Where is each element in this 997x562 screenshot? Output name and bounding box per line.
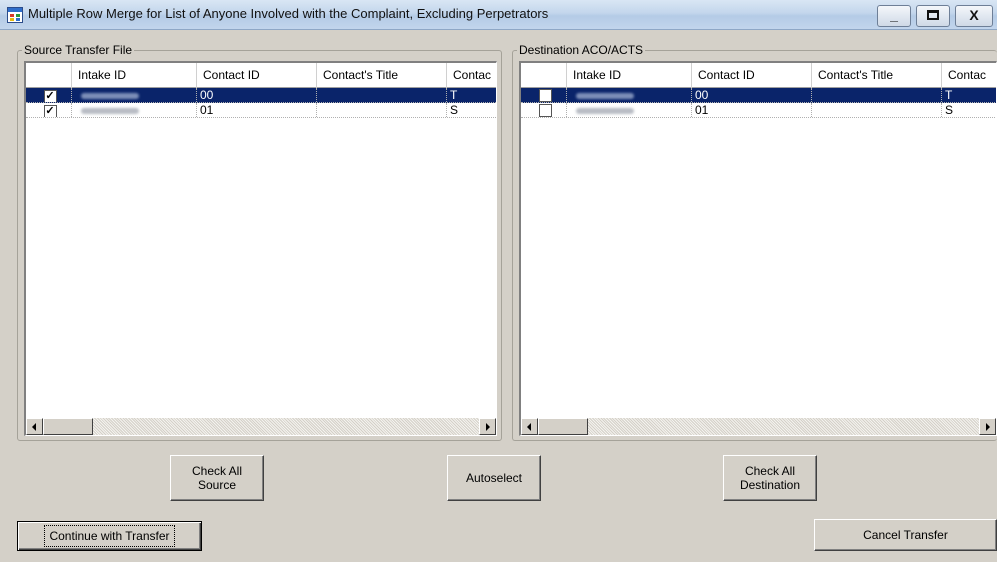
source-row-checkbox[interactable]: ✓ (43, 105, 57, 117)
check-all-source-button[interactable]: Check All Source (170, 455, 264, 501)
destination-row[interactable]: 01 S (521, 103, 996, 118)
scroll-right-button[interactable] (479, 418, 496, 435)
destination-horizontal-scrollbar[interactable] (521, 418, 996, 435)
contact-cell: S (447, 103, 496, 117)
destination-grid-header: Intake ID Contact ID Contact's Title Con… (521, 63, 996, 88)
close-button[interactable]: X (955, 5, 993, 27)
contact-id-cell: 01 (692, 103, 812, 117)
contact-cell: S (942, 103, 996, 117)
arrow-right-icon (986, 423, 990, 431)
cancel-transfer-button[interactable]: Cancel Transfer (814, 519, 997, 551)
contact-title-cell (317, 88, 447, 102)
continue-transfer-button[interactable]: Continue with Transfer (17, 521, 202, 551)
contact-id-cell: 01 (197, 103, 317, 117)
source-transfer-group: Source Transfer File Intake ID Contact I… (17, 43, 502, 441)
title-bar: Multiple Row Merge for List of Anyone In… (0, 0, 997, 30)
arrow-right-icon (486, 423, 490, 431)
column-header-check[interactable] (521, 63, 567, 88)
contact-id-cell: 00 (692, 88, 812, 102)
column-header-contact-id[interactable]: Contact ID (692, 63, 812, 88)
source-horizontal-scrollbar[interactable] (26, 418, 496, 435)
scroll-thumb[interactable] (538, 418, 588, 435)
source-row[interactable]: ✓ 00 T (26, 88, 496, 103)
column-header-contact-title[interactable]: Contact's Title (812, 63, 942, 88)
app-icon (7, 7, 23, 23)
scroll-right-button[interactable] (979, 418, 996, 435)
contact-title-cell (317, 103, 447, 117)
autoselect-button[interactable]: Autoselect (447, 455, 541, 501)
source-grid[interactable]: Intake ID Contact ID Contact's Title Con… (24, 61, 497, 436)
maximize-icon (927, 10, 939, 20)
column-header-check[interactable] (26, 63, 72, 88)
source-row-checkbox[interactable]: ✓ (43, 90, 57, 102)
destination-row-checkbox[interactable] (538, 104, 552, 117)
scroll-thumb[interactable] (43, 418, 93, 435)
destination-group: Destination ACO/ACTS Intake ID Contact I… (512, 43, 997, 441)
contact-cell: T (942, 88, 996, 102)
column-header-contact[interactable]: Contac (447, 63, 496, 88)
minimize-button[interactable]: _ (877, 5, 911, 27)
destination-grid[interactable]: Intake ID Contact ID Contact's Title Con… (519, 61, 997, 436)
continue-button-label: Continue with Transfer (44, 525, 175, 547)
column-header-contact-id[interactable]: Contact ID (197, 63, 317, 88)
maximize-button[interactable] (916, 5, 950, 27)
source-grid-header: Intake ID Contact ID Contact's Title Con… (26, 63, 496, 88)
check-all-destination-button[interactable]: Check All Destination (723, 455, 817, 501)
intake-id-redacted (81, 93, 139, 99)
column-header-intake-id[interactable]: Intake ID (567, 63, 692, 88)
source-group-caption: Source Transfer File (22, 43, 135, 57)
destination-row-checkbox[interactable] (538, 89, 552, 102)
window-title: Multiple Row Merge for List of Anyone In… (28, 6, 549, 21)
intake-id-redacted (576, 93, 634, 99)
destination-group-caption: Destination ACO/ACTS (517, 43, 646, 57)
contact-title-cell (812, 88, 942, 102)
destination-row[interactable]: 00 T (521, 88, 996, 103)
column-header-contact-title[interactable]: Contact's Title (317, 63, 447, 88)
arrow-left-icon (32, 423, 36, 431)
intake-id-redacted (576, 108, 634, 114)
source-row[interactable]: ✓ 01 S (26, 103, 496, 118)
scroll-left-button[interactable] (521, 418, 538, 435)
intake-id-redacted (81, 108, 139, 114)
column-header-intake-id[interactable]: Intake ID (72, 63, 197, 88)
contact-title-cell (812, 103, 942, 117)
contact-cell: T (447, 88, 496, 102)
scroll-left-button[interactable] (26, 418, 43, 435)
arrow-left-icon (527, 423, 531, 431)
column-header-contact[interactable]: Contac (942, 63, 996, 88)
contact-id-cell: 00 (197, 88, 317, 102)
